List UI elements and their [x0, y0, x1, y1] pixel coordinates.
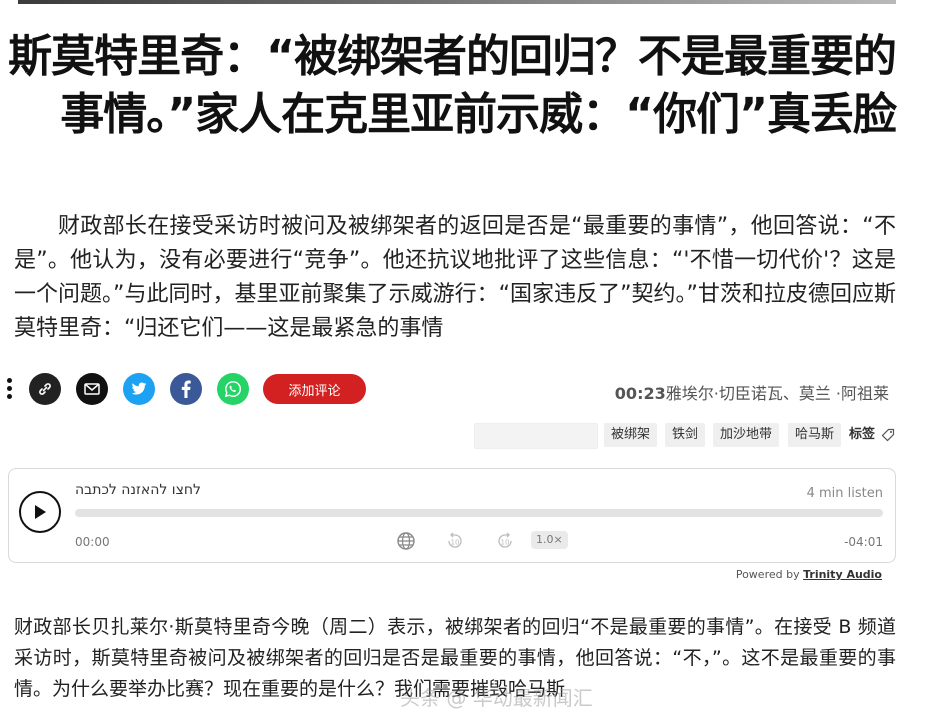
audio-progress-bar[interactable] [75, 509, 883, 517]
tag-item[interactable]: 被绑架 [604, 423, 658, 447]
play-icon [35, 505, 46, 519]
svg-text:10: 10 [501, 539, 510, 547]
article-headline: 斯莫特里奇：“被绑架者的回归？不是最重要的事情。”家人在克里亚前示威：“你们”真… [8, 31, 897, 140]
skip-forward-10-icon[interactable]: 10 [495, 531, 515, 551]
email-icon[interactable] [76, 373, 108, 405]
audio-remaining-time: -04:01 [844, 535, 883, 549]
audio-duration: 4 min listen [806, 486, 883, 501]
tag-item[interactable]: 加沙地带 [713, 423, 780, 447]
byline: 00:23雅埃尔·切臣诺瓦、莫兰 ·阿祖莱 [615, 380, 889, 404]
trinity-audio-link[interactable]: Trinity Audio [803, 568, 882, 581]
twitter-icon[interactable] [123, 373, 155, 405]
article-body: 财政部长贝扎莱尔·斯莫特里奇今晚（周二）表示，被绑架者的回归“不是最重要的事情”… [14, 616, 896, 700]
facebook-icon[interactable] [170, 373, 202, 405]
audio-title: לחצו להאזנה לכתבה [75, 482, 201, 498]
byline-time: 00:23 [614, 384, 666, 403]
link-icon[interactable] [29, 373, 61, 405]
article-lead: 财政部长在接受采访时被问及被绑架者的返回是否是“最重要的事情”，他回答说：“不是… [14, 214, 896, 341]
tags-search-field[interactable] [474, 423, 598, 449]
add-comment-button[interactable]: 添加评论 [263, 374, 366, 404]
svg-text:10: 10 [451, 539, 460, 547]
playback-speed-button[interactable]: 1.0× [531, 531, 568, 549]
share-bar: 添加评论 00:23雅埃尔·切臣诺瓦、莫兰 ·阿祖莱 [0, 372, 927, 406]
powered-by-prefix: Powered by [735, 568, 800, 581]
audio-player: לחצו להאזנה לכתבה 4 min listen 00:00 10 … [8, 468, 896, 563]
more-dots-icon[interactable] [6, 378, 14, 400]
tag-item[interactable]: 哈马斯 [788, 423, 842, 447]
tags-row: 被绑架 铁剑 加沙地带 哈马斯 标签 [0, 423, 927, 449]
tag-item[interactable]: 铁剑 [665, 423, 706, 447]
language-globe-icon[interactable] [396, 531, 416, 551]
whatsapp-icon[interactable] [217, 373, 249, 405]
powered-by: Powered by Trinity Audio [736, 568, 882, 581]
audio-current-time: 00:00 [75, 535, 110, 549]
byline-authors[interactable]: 雅埃尔·切臣诺瓦、莫兰 ·阿祖莱 [666, 384, 889, 403]
play-button[interactable] [19, 491, 61, 533]
tag-icon [881, 427, 895, 446]
hero-image-strip [18, 0, 896, 4]
tags-label: 标签 [849, 427, 876, 442]
skip-back-10-icon[interactable]: 10 [445, 531, 465, 551]
